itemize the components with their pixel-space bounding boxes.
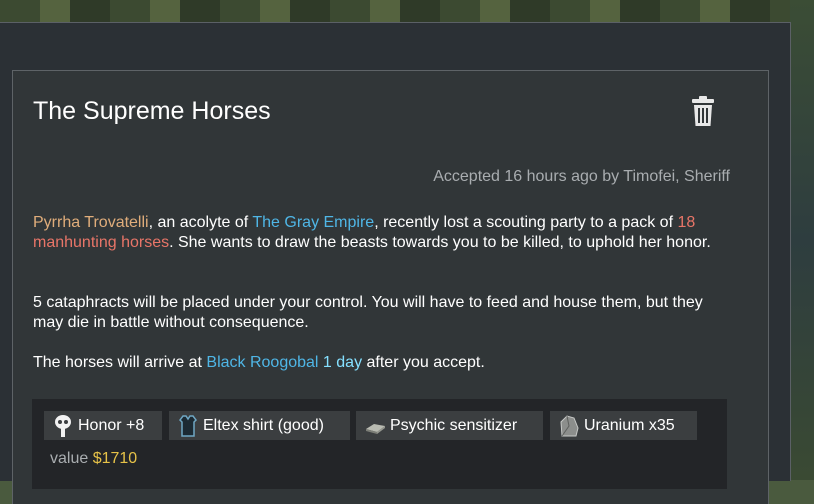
shirt-icon [179,414,197,437]
description-text: , recently lost a scouting party to a pa… [374,214,678,231]
reward-label: Uranium x35 [584,416,675,434]
accepted-info: Accepted 16 hours ago by Timofei, Sherif… [433,168,730,185]
reward-psychic-sensitizer[interactable]: Psychic sensitizer [356,411,543,440]
honor-icon [55,414,71,437]
time-text: 1 day [322,354,363,371]
reward-uranium[interactable]: Uranium x35 [550,411,697,440]
reward-eltex-shirt[interactable]: Eltex shirt (good) [169,411,350,440]
trash-icon [692,96,714,126]
quest-description-paragraph-2: 5 cataphracts will be placed under your … [33,294,703,331]
dismiss-quest-button[interactable] [690,95,716,127]
quest-description-paragraph-3: The horses will arrive at Black Roogobal… [33,353,733,373]
reward-value: value $1710 [50,450,137,468]
quest-title: The Supreme Horses [33,97,271,125]
description-text: The horses will arrive at [33,354,207,371]
quests-window: The Supreme Horses Accepted 16 hours ago… [0,22,791,504]
description-text: . She wants to draw the beasts towards y… [169,234,711,251]
map-background-top [0,0,814,22]
sensitizer-icon [366,423,385,434]
location-link[interactable]: Black Roogobal [206,354,318,371]
description-text: , an acolyte of [148,214,253,231]
reward-label: Eltex shirt (good) [203,416,324,434]
reward-label: Honor +8 [78,416,145,434]
faction-link[interactable]: The Gray Empire [252,214,374,231]
reward-label: Psychic sensitizer [390,416,518,434]
description-text: after you accept. [362,354,485,371]
quest-detail-panel: The Supreme Horses Accepted 16 hours ago… [12,70,769,504]
value-amount: $1710 [92,450,138,467]
quest-description-paragraph-1: Pyrrha Trovatelli, an acolyte of The Gra… [33,213,733,253]
reward-honor[interactable]: Honor +8 [44,411,162,440]
rewards-box: Honor +8 Eltex shirt (good) Psychic sens… [32,399,727,489]
uranium-icon [560,414,579,436]
pawn-name-link[interactable]: Pyrrha Trovatelli [33,214,149,231]
map-background-right [790,0,814,480]
value-label: value [50,450,93,467]
